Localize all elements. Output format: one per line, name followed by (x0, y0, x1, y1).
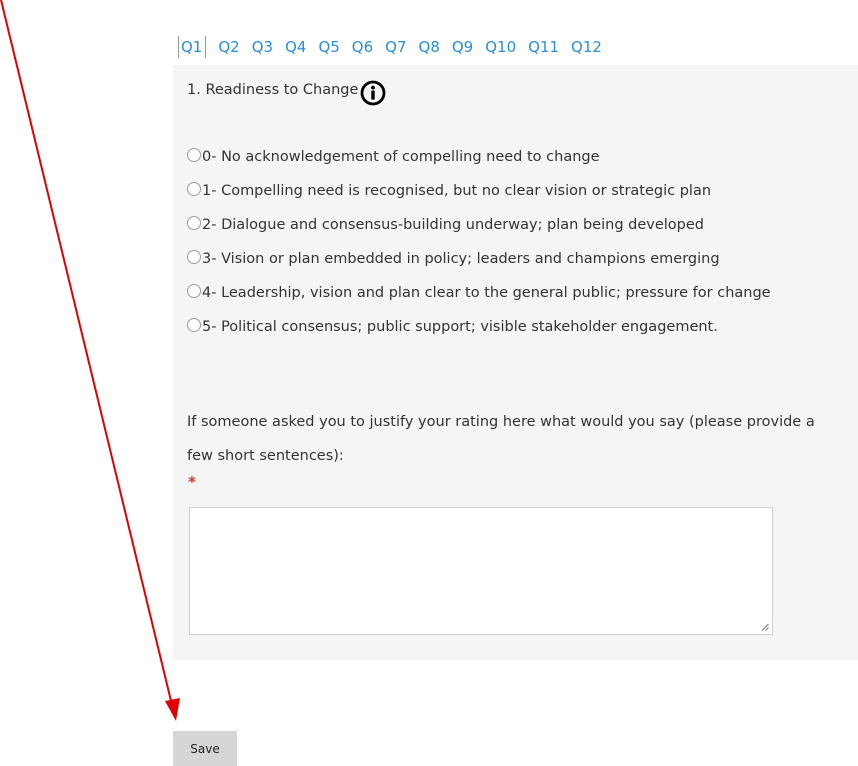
arrow-head (165, 698, 180, 721)
annotation-arrow (0, 0, 180, 721)
page-canvas: Q1 Q2 Q3 Q4 Q5 Q6 Q7 Q8 Q9 Q10 Q11 Q12 1… (0, 0, 858, 766)
arrow-shaft (0, 0, 173, 706)
